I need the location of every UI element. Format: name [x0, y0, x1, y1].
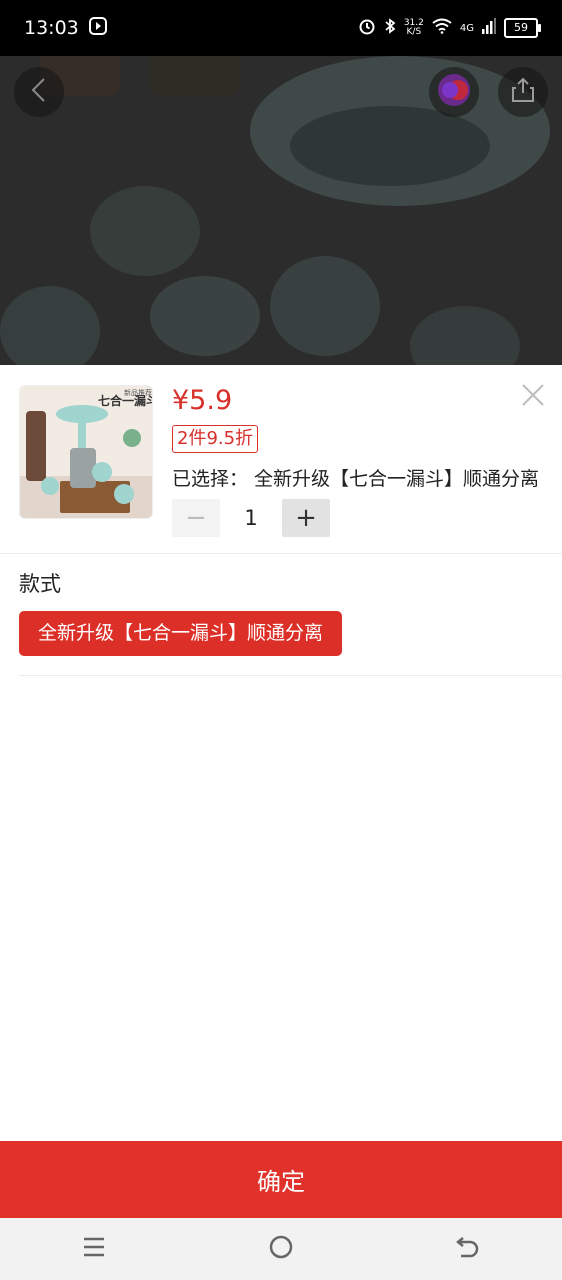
- cart-button[interactable]: [429, 67, 479, 117]
- home-circle-icon: [268, 1234, 294, 1264]
- product-thumbnail: 新品推荐 七合一漏斗: [19, 385, 153, 519]
- quantity-value[interactable]: 1: [220, 506, 282, 530]
- quantity-stepper: − 1 +: [172, 499, 330, 537]
- product-price: ¥5.9: [172, 385, 233, 416]
- increase-quantity-button[interactable]: +: [282, 499, 330, 537]
- home-button[interactable]: [251, 1229, 311, 1269]
- menu-icon: [82, 1236, 106, 1262]
- share-icon: [509, 76, 537, 108]
- divider: [19, 675, 562, 676]
- spec-option-selected[interactable]: 全新升级【七合一漏斗】顺通分离: [19, 611, 343, 656]
- net-speed: 31.2 K/S: [403, 18, 424, 37]
- share-button[interactable]: [498, 67, 548, 117]
- back-button[interactable]: [14, 67, 64, 117]
- bluetooth-icon: [384, 17, 396, 40]
- system-navigation-bar: [0, 1218, 562, 1280]
- cart-icon: [436, 72, 472, 112]
- close-icon: [518, 384, 548, 414]
- wifi-icon: [432, 17, 452, 39]
- thumbnail-title: 七合一漏斗: [98, 394, 153, 408]
- sku-selector-sheet: 新品推荐 七合一漏斗 ¥5.9 2件9.5折 已选择： 全新升级【七合一漏斗】顺…: [0, 365, 562, 1141]
- decrease-quantity-button[interactable]: −: [172, 499, 220, 537]
- back-arrow-icon: [455, 1235, 481, 1263]
- promo-badge: 2件9.5折: [172, 425, 259, 453]
- battery-indicator: 59: [504, 18, 541, 38]
- selected-spec-text: 已选择： 全新升级【七合一漏斗】顺通分离: [172, 468, 540, 490]
- network-type: 4G: [459, 22, 474, 34]
- signal-icon: [482, 17, 496, 39]
- chevron-left-icon: [29, 77, 49, 107]
- screen-record-icon: [88, 16, 107, 40]
- status-time: 13:03: [24, 17, 79, 39]
- menu-button[interactable]: [64, 1229, 124, 1269]
- confirm-button[interactable]: 确定: [0, 1141, 562, 1218]
- status-bar: 13:03 31.2 K/S 4G 59: [0, 0, 562, 56]
- alarm-icon: [358, 17, 376, 40]
- divider: [0, 553, 562, 554]
- product-image-backdrop: [0, 56, 562, 365]
- spec-section-title: 款式: [19, 572, 61, 596]
- back-nav-button[interactable]: [438, 1229, 498, 1269]
- close-button[interactable]: [518, 380, 548, 410]
